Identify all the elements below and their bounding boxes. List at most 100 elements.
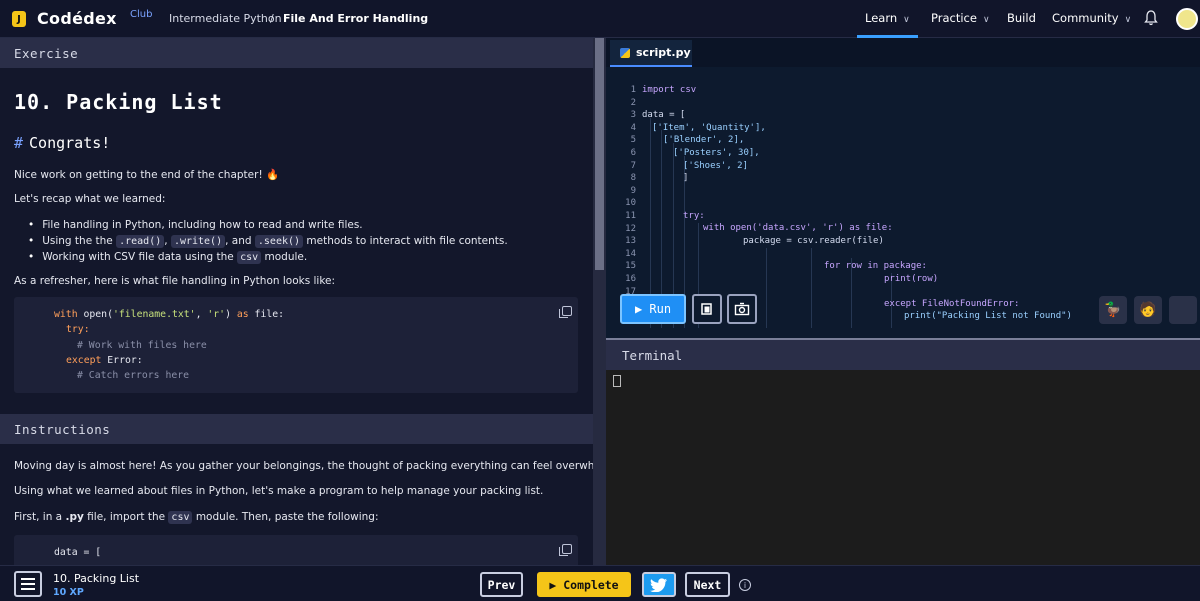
recap-list: File handling in Python, including how t…: [28, 219, 508, 267]
line-number: 2: [630, 97, 636, 108]
brand-club-label[interactable]: Club: [130, 9, 152, 20]
line-number: 10: [625, 198, 636, 209]
blank-avatar-icon[interactable]: [1169, 296, 1197, 324]
inline-code: .write(): [170, 235, 226, 248]
next-button[interactable]: Next: [685, 572, 730, 597]
line-number: 15: [625, 261, 636, 272]
bell-icon[interactable]: [1144, 10, 1158, 26]
nav-learn-label: Learn: [865, 11, 898, 25]
nav-learn[interactable]: Learn ∨: [865, 11, 910, 25]
line-number: 6: [630, 147, 636, 158]
tab-label: script.py: [636, 46, 691, 59]
congrats-paragraph: Nice work on getting to the end of the c…: [14, 169, 280, 181]
example-code-block[interactable]: with open('filename.txt', 'r') as file: …: [14, 297, 578, 393]
exercise-header: Exercise: [0, 38, 593, 68]
line-number: 16: [625, 273, 636, 284]
copy-icon[interactable]: [559, 306, 572, 318]
code-line: ['Posters', 30],: [673, 148, 760, 158]
menu-list-button[interactable]: [14, 571, 42, 597]
list-item-text: module.: [264, 251, 308, 263]
code-line: ]: [683, 173, 689, 183]
prev-button[interactable]: Prev: [480, 572, 523, 597]
python-icon: [620, 47, 630, 58]
line-number: 11: [625, 210, 636, 221]
twitter-share-button[interactable]: [642, 572, 676, 597]
inline-code: .read(): [116, 235, 165, 248]
heading-hash: #: [14, 134, 24, 152]
instructions-paragraph: First, in a .py file, import the csv mod…: [14, 511, 379, 524]
exercise-pane: Exercise 10. Packing List # Congrats! Nic…: [0, 38, 593, 565]
bottom-bar: 10. Packing List 10 XP Prev ▶ Complete N…: [0, 565, 1200, 601]
instructions-code-block[interactable]: data = [: [14, 535, 578, 565]
nav-build[interactable]: Build: [1007, 11, 1036, 25]
nav-community[interactable]: Community ∨: [1052, 11, 1131, 25]
list-item-text: Working with CSV file data using the: [42, 251, 234, 263]
list-item: File handling in Python, including how t…: [28, 219, 508, 231]
top-nav: J Codédex Club Intermediate Python / Fil…: [0, 0, 1200, 38]
code-line: except Error:: [66, 355, 143, 366]
line-number: 4: [630, 122, 636, 133]
indent-guide: [811, 248, 812, 328]
logo-icon[interactable]: J: [12, 11, 26, 27]
code-line: ['Shoes', 2]: [683, 161, 749, 171]
instructions-header: Instructions: [0, 414, 593, 444]
run-button[interactable]: ▶ Run: [620, 294, 686, 324]
duck-helper-icon[interactable]: 🦆: [1099, 296, 1127, 324]
instructions-paragraph: Using what we learned about files in Pyt…: [14, 485, 544, 497]
code-line: ['Item', 'Quantity'],: [652, 123, 766, 133]
nav-practice[interactable]: Practice ∨: [931, 11, 990, 25]
code-line: try:: [66, 324, 90, 335]
camera-icon: [734, 302, 750, 316]
exercise-xp: 10 XP: [53, 587, 84, 598]
clipboard-icon: [701, 303, 712, 315]
terminal-output[interactable]: [606, 370, 1200, 565]
list-item: Using the the .read(), .write(), and .se…: [28, 235, 508, 248]
scrollbar-thumb[interactable]: [595, 38, 604, 270]
inline-code: .seek(): [254, 235, 304, 248]
breadcrumb-chapter[interactable]: File And Error Handling: [283, 12, 428, 25]
paragraph-text: First, in a: [14, 511, 63, 523]
breadcrumb-course[interactable]: Intermediate Python: [169, 12, 282, 25]
left-pane-scrollbar[interactable]: [593, 38, 606, 565]
line-number: 13: [625, 236, 636, 247]
code-line: import csv: [642, 85, 697, 95]
code-line: ['Blender', 2],: [663, 135, 745, 145]
nav-community-label: Community: [1052, 11, 1119, 25]
inline-code: csv: [237, 251, 262, 264]
paragraph-bold: .py: [65, 511, 84, 523]
refresher-paragraph: As a refresher, here is what file handli…: [14, 275, 336, 287]
terminal-header: Terminal: [606, 338, 1200, 370]
line-number: 14: [625, 248, 636, 259]
code-line: for row in package:: [824, 261, 927, 271]
list-item: Working with CSV file data using the csv…: [28, 251, 508, 264]
tab-script-py[interactable]: script.py: [610, 40, 692, 67]
code-line: with open('filename.txt', 'r') as file:: [54, 309, 285, 320]
terminal-cursor: [613, 375, 621, 387]
complete-button[interactable]: ▶ Complete: [537, 572, 631, 597]
brand-name[interactable]: Codédex: [37, 9, 117, 28]
screenshot-button[interactable]: [727, 294, 757, 324]
copy-icon[interactable]: [559, 544, 572, 556]
list-item-text: , and: [225, 235, 252, 247]
editor-tabbar: script.py: [606, 38, 1200, 67]
pixel-avatar-icon[interactable]: 🧑: [1134, 296, 1162, 324]
chevron-down-icon: ∨: [982, 15, 990, 25]
code-line: try:: [683, 211, 705, 221]
line-number: 9: [630, 185, 636, 196]
code-editor[interactable]: script.py 123456789101112131415161720 im…: [606, 38, 1200, 338]
paragraph-text: file, import the: [87, 511, 166, 523]
line-number: 7: [630, 160, 636, 171]
code-line: # Work with files here: [77, 340, 207, 351]
info-icon[interactable]: i: [739, 579, 751, 591]
twitter-icon: [650, 577, 667, 592]
copy-code-button[interactable]: [692, 294, 722, 324]
code-line: except FileNotFoundError:: [884, 299, 1020, 309]
exercise-subtitle-text: Congrats!: [29, 134, 111, 152]
exercise-title: 10. Packing List: [14, 90, 223, 114]
user-avatar[interactable]: [1176, 8, 1198, 30]
line-number: 12: [625, 223, 636, 234]
breadcrumb-separator: /: [270, 12, 274, 25]
line-number: 5: [630, 135, 636, 146]
list-item-text: Using the the: [42, 235, 113, 247]
nav-practice-label: Practice: [931, 11, 977, 25]
